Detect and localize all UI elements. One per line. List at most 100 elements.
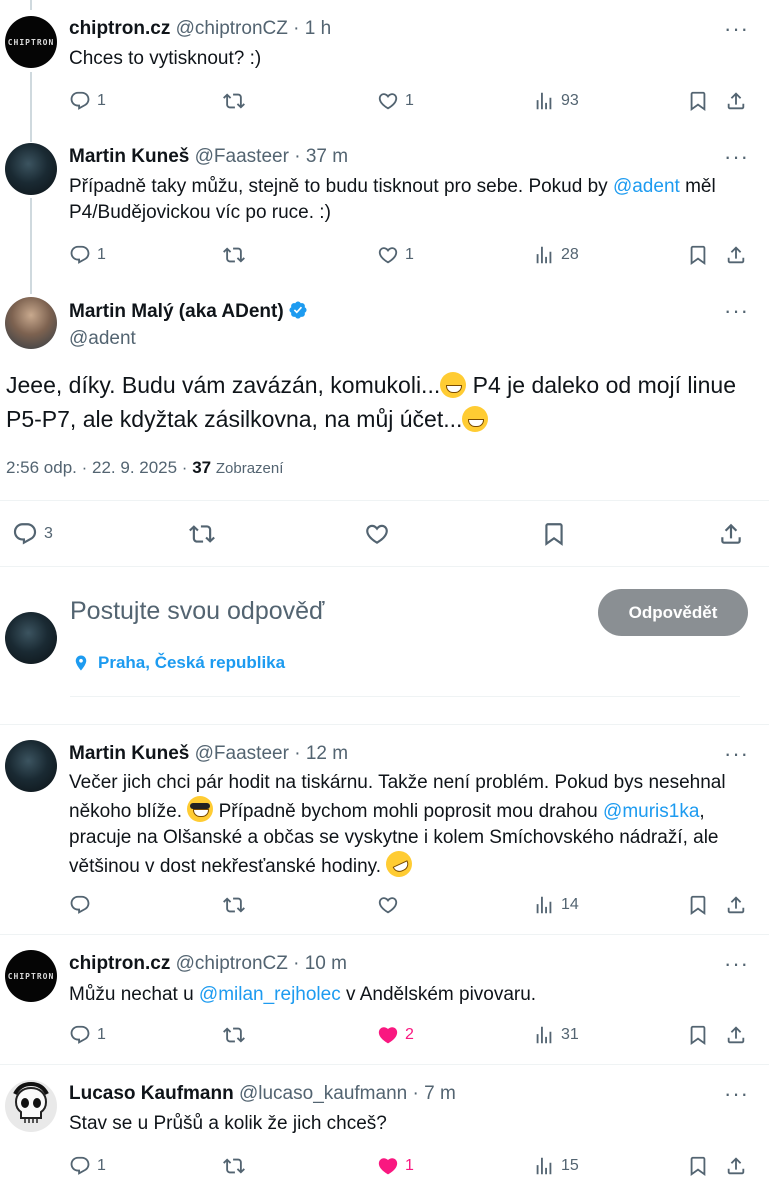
like-button[interactable]: 2	[377, 1022, 414, 1048]
thread-line	[30, 72, 32, 142]
bookmark-button[interactable]	[687, 242, 709, 268]
bookmark-icon	[687, 1024, 709, 1046]
post-header: chiptron.cz @chiptronCZ · 10 m	[69, 953, 347, 975]
author-name[interactable]: Martin Malý (aka ADent)	[69, 301, 284, 322]
views-icon	[533, 1024, 555, 1046]
repost-button[interactable]	[223, 242, 245, 268]
author-name[interactable]: chiptron.cz	[69, 18, 170, 39]
reply-icon	[69, 244, 91, 266]
like-count: 2	[405, 1026, 414, 1043]
author-handle[interactable]: @adent	[69, 328, 136, 350]
repost-button[interactable]	[223, 1153, 245, 1179]
grinning-emoji-icon	[462, 406, 489, 432]
reply-input[interactable]: Postujte svou odpověď	[70, 597, 324, 626]
divider	[0, 724, 769, 725]
post-timestamp[interactable]: 2:56 odp. · 22. 9. 2025 · 37 Zobrazení	[6, 458, 283, 478]
post-time[interactable]: 37 m	[306, 146, 348, 167]
share-button[interactable]	[718, 521, 744, 547]
more-icon[interactable]: ···	[724, 18, 749, 40]
divider	[0, 1064, 769, 1065]
repost-icon	[223, 1155, 245, 1177]
share-button[interactable]	[725, 1153, 747, 1179]
author-name[interactable]: Martin Kuneš	[69, 743, 189, 764]
author-handle[interactable]: @Faasteer	[195, 743, 289, 764]
repost-button[interactable]	[223, 1022, 245, 1048]
author-name[interactable]: Lucaso Kaufmann	[69, 1083, 234, 1104]
author-handle[interactable]: @chiptronCZ	[176, 18, 288, 39]
like-filled-icon	[377, 1024, 399, 1046]
like-button[interactable]: 1	[377, 88, 414, 114]
more-icon[interactable]: ···	[724, 1083, 749, 1105]
post-header: Lucaso Kaufmann @lucaso_kaufmann · 7 m	[69, 1083, 456, 1105]
mention-link[interactable]: @milan_rejholec	[199, 984, 341, 1005]
more-icon[interactable]: ···	[724, 300, 749, 322]
post-time[interactable]: 12 m	[306, 743, 348, 764]
post-header: Martin Kuneš @Faasteer · 37 m	[69, 146, 348, 168]
location-tag[interactable]: Praha, Česká republika	[72, 653, 285, 673]
like-icon	[377, 894, 399, 916]
action-bar: 1 1 15	[69, 1153, 751, 1179]
avatar[interactable]	[5, 297, 57, 349]
action-bar: 1 1 28	[69, 242, 751, 268]
more-icon[interactable]: ···	[724, 743, 749, 765]
views-button[interactable]: 14	[533, 892, 579, 918]
like-button[interactable]: 1	[377, 1153, 414, 1179]
author-name[interactable]: chiptron.cz	[69, 953, 170, 974]
reply-icon	[12, 521, 38, 547]
post-text: Večer jich chci pár hodit na tiskárnu. T…	[69, 770, 749, 882]
share-button[interactable]	[725, 892, 747, 918]
action-bar: 14	[69, 892, 751, 918]
bookmark-button[interactable]	[541, 521, 567, 547]
more-icon[interactable]: ···	[724, 953, 749, 975]
bookmark-icon	[687, 1155, 709, 1177]
reply-submit-button[interactable]: Odpovědět	[598, 589, 748, 636]
text-segment: v Andělském pivovaru.	[340, 984, 537, 1005]
mention-link[interactable]: @adent	[613, 176, 680, 197]
views-button[interactable]: 15	[533, 1153, 579, 1179]
sunglasses-emoji-icon	[187, 796, 214, 822]
reply-button[interactable]: 1	[69, 88, 106, 114]
views-button[interactable]: 31	[533, 1022, 579, 1048]
author-handle[interactable]: @lucaso_kaufmann	[239, 1083, 407, 1104]
views-button[interactable]: 93	[533, 88, 579, 114]
repost-button[interactable]	[189, 521, 215, 547]
author-handle[interactable]: @chiptronCZ	[176, 953, 288, 974]
share-icon	[725, 1155, 747, 1177]
avatar[interactable]: CHIPTRON	[5, 950, 57, 1002]
avatar[interactable]: CHIPTRON	[5, 16, 57, 68]
author-name[interactable]: Martin Kuneš	[69, 146, 189, 167]
bookmark-button[interactable]	[687, 88, 709, 114]
share-button[interactable]	[725, 242, 747, 268]
post-time[interactable]: 7 m	[424, 1083, 456, 1104]
mention-link[interactable]: @muris1ka	[603, 801, 699, 822]
repost-icon	[223, 894, 245, 916]
views-button[interactable]: 28	[533, 242, 579, 268]
bookmark-button[interactable]	[687, 1022, 709, 1048]
bookmark-button[interactable]	[687, 892, 709, 918]
like-button[interactable]: 1	[377, 242, 414, 268]
reply-icon	[69, 1024, 91, 1046]
avatar[interactable]	[5, 143, 57, 195]
reply-button[interactable]: 3	[12, 521, 53, 547]
repost-button[interactable]	[223, 88, 245, 114]
author-handle[interactable]: @Faasteer	[195, 146, 289, 167]
reply-button[interactable]: 1	[69, 1022, 106, 1048]
share-icon	[725, 90, 747, 112]
reply-button[interactable]: 1	[69, 242, 106, 268]
reply-button[interactable]	[69, 892, 97, 918]
more-icon[interactable]: ···	[724, 146, 749, 168]
avatar-logo-text: CHIPTRON	[7, 37, 55, 47]
like-button[interactable]	[364, 521, 390, 547]
repost-button[interactable]	[223, 892, 245, 918]
reply-button[interactable]: 1	[69, 1153, 106, 1179]
avatar[interactable]	[5, 1080, 57, 1132]
reply-count: 1	[97, 92, 106, 109]
share-button[interactable]	[725, 88, 747, 114]
post-time[interactable]: 1 h	[305, 18, 331, 39]
post-time[interactable]: 10 m	[305, 953, 347, 974]
avatar[interactable]	[5, 740, 57, 792]
like-filled-icon	[377, 1155, 399, 1177]
like-button[interactable]	[377, 892, 405, 918]
share-button[interactable]	[725, 1022, 747, 1048]
bookmark-button[interactable]	[687, 1153, 709, 1179]
